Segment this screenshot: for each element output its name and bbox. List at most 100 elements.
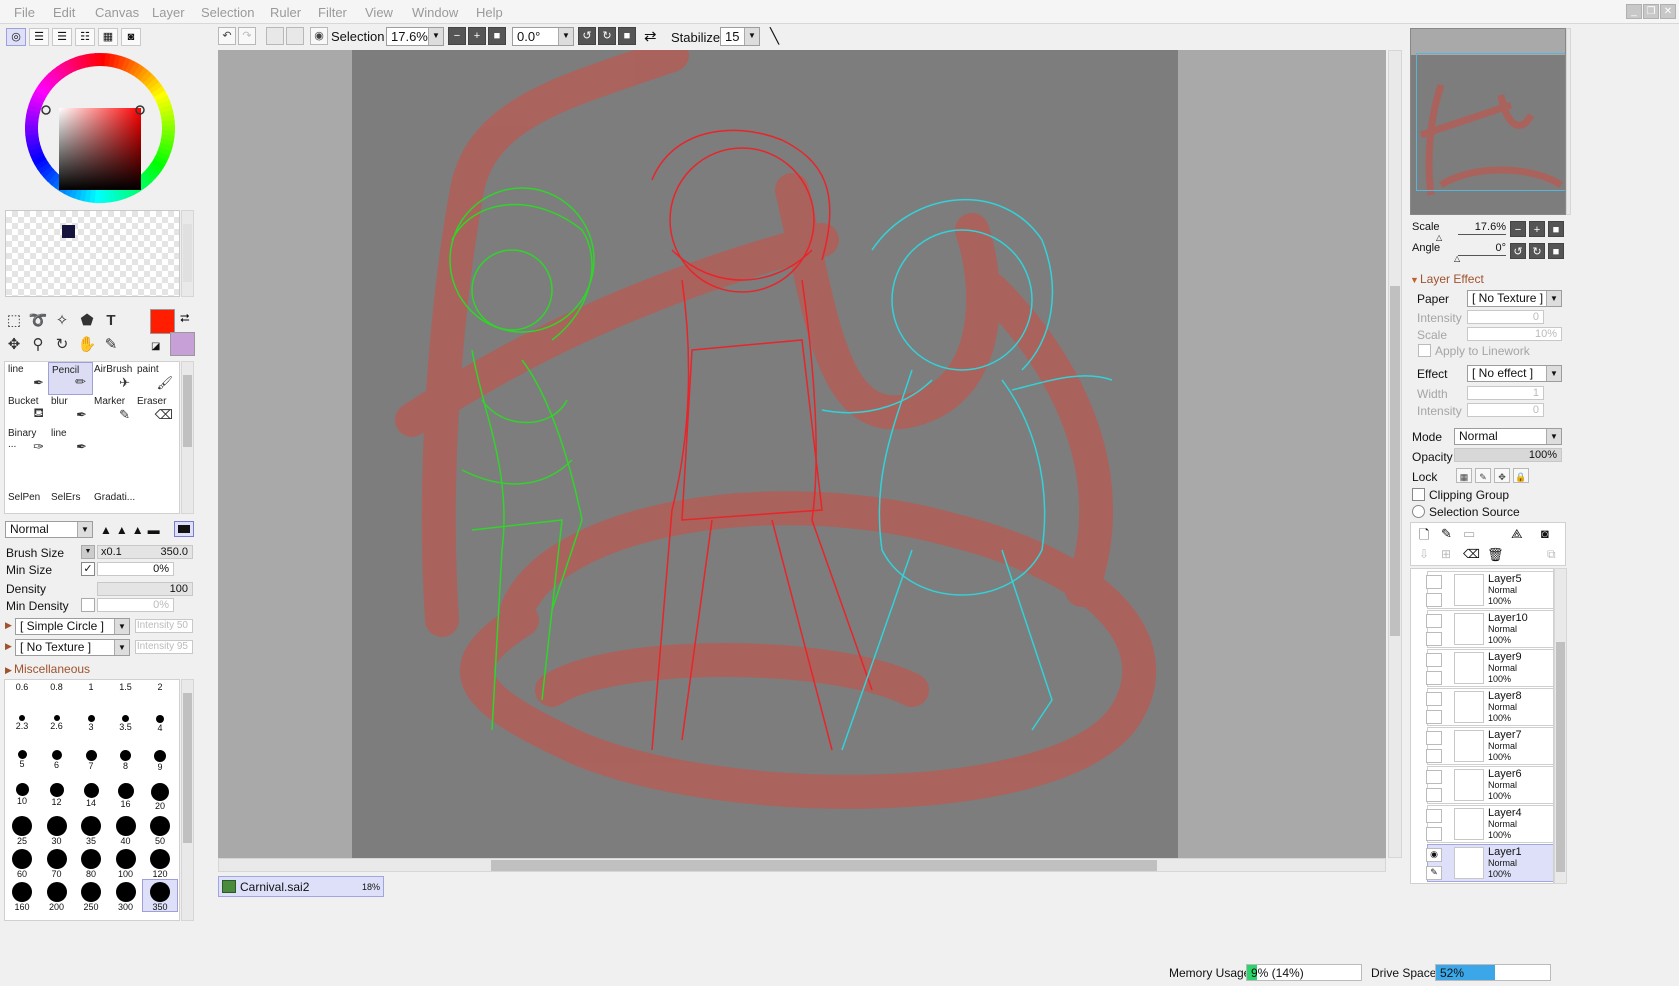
menu-help[interactable]: Help [476,5,503,20]
menu-ruler[interactable]: Ruler [270,5,301,20]
brush-size-14[interactable]: 14 [74,781,108,812]
brush-size-16[interactable]: 16 [109,781,143,812]
layer-edit-toggle[interactable] [1426,593,1442,607]
new-linework-layer-icon[interactable]: ✎ [1441,526,1452,542]
close-button[interactable]: ✕ [1660,4,1676,19]
layer-mask-icon[interactable]: ◙ [1541,526,1549,541]
menu-view[interactable]: View [365,5,393,20]
layer-row-layer5[interactable]: Layer5 Normal 100% [1426,571,1553,609]
drawing-canvas[interactable] [352,50,1178,858]
brush-tip-square[interactable] [174,521,194,537]
brush-size-50[interactable]: 50 [143,814,177,846]
foreground-color[interactable] [150,309,175,334]
brush-blend-mode-select[interactable]: Normal ▼ [5,521,93,538]
nav-angle-slider[interactable]: 0° [1458,242,1506,256]
rect-select-tool-icon[interactable]: ⬚ [2,309,26,333]
brush-slot-bottom-0[interactable]: SelPen [5,490,50,514]
nav-scale-slider[interactable]: 17.6% [1458,221,1506,235]
line-mode-icon[interactable]: ╲ [770,27,779,45]
navigator-scrollbar[interactable] [1566,28,1571,215]
brush-size-40[interactable]: 40 [109,814,143,846]
brush-shape-select[interactable]: [ Simple Circle ] ▼ [15,618,130,635]
eyedropper-tool-icon[interactable]: ✎ [99,333,123,357]
layer-visibility-toggle[interactable] [1426,692,1442,706]
hand-tool-icon[interactable]: ✋ [75,333,99,357]
brush-grid-scrollbar[interactable] [181,361,194,514]
brush-slot-bottom-1[interactable]: SelErs [48,490,93,514]
swap-colors-icon[interactable]: ⮂ [180,311,190,326]
brush-size-80[interactable]: 80 [74,847,108,879]
effect-select[interactable]: [ No effect ] ▼ [1467,365,1562,382]
brush-size-2.3[interactable]: 2.3 [5,715,39,746]
layer-row-layer1[interactable]: ◉ ✎ Layer1 Normal 100% [1426,844,1553,882]
flip-horizontal-icon[interactable]: ⇄ [644,27,657,45]
rotation-select[interactable]: 0.0° ▼ [512,27,574,46]
layer-edit-toggle[interactable] [1426,749,1442,763]
magic-wand-tool-icon[interactable]: ✧ [50,309,74,333]
palette-list-icon[interactable]: ☷ [75,28,95,46]
layer-visibility-toggle[interactable] [1426,575,1442,589]
brush-size-multiplier-dropdown[interactable]: ▼ [81,545,95,559]
nav-rotate-left-icon[interactable]: ↺ [1510,243,1526,259]
menu-layer[interactable]: Layer [152,5,185,20]
brush-size-1.5[interactable]: 1.5 [109,682,143,713]
transfer-down-icon[interactable]: ⇩ [1419,547,1429,561]
layer-visibility-toggle[interactable] [1426,614,1442,628]
color-wheel-mode-icon[interactable]: ◎ [6,28,26,46]
size-grid-scrollbar[interactable] [181,679,194,921]
layer-row-layer8[interactable]: Layer8 Normal 100% [1426,688,1553,726]
brush-size-8[interactable]: 8 [109,748,143,779]
rotation-reset-icon[interactable]: ■ [618,27,636,45]
layer-visibility-toggle[interactable] [1426,809,1442,823]
expand-shape-icon[interactable]: ▶ [5,620,12,631]
layer-edit-toggle[interactable] [1426,632,1442,646]
brush-slot-2[interactable]: AirBrush ✈ [91,362,136,395]
layer-row-layer9[interactable]: Layer9 Normal 100% [1426,649,1553,687]
invert-selection-icon[interactable] [286,27,304,45]
new-folder-icon[interactable]: ▭ [1463,526,1475,542]
miscellaneous-section[interactable]: Miscellaneous [14,662,90,676]
brush-size-25[interactable]: 25 [5,814,39,846]
brush-size-250[interactable]: 250 [74,880,108,912]
layer-edit-toggle[interactable]: ✎ [1426,866,1442,880]
hsv-slider-icon[interactable]: ☰ [52,28,72,46]
brush-slot-8[interactable]: Binary ... ✑ [5,426,50,459]
redo-icon[interactable]: ↷ [238,27,256,45]
brush-size-60[interactable]: 60 [5,847,39,879]
brush-size-7[interactable]: 7 [74,748,108,779]
layer-properties-icon[interactable]: ⧉ [1547,547,1556,562]
layer-mode-select[interactable]: Normal ▼ [1454,428,1562,445]
brush-tip-shapes[interactable]: ▲▲▲▬ [100,523,164,537]
layer-row-layer7[interactable]: Layer7 Normal 100% [1426,727,1553,765]
brush-slot-1[interactable]: Pencil ✏ [48,362,93,395]
brush-size-9[interactable]: 9 [143,748,177,779]
expand-misc-icon[interactable]: ▶ [5,665,12,676]
brush-slot-0[interactable]: line ✒ [5,362,50,395]
brush-size-70[interactable]: 70 [40,847,74,879]
paper-texture-select[interactable]: [ No Texture ] ▼ [1467,290,1562,307]
swatch-grid-icon[interactable]: ▦ [98,28,118,46]
zoom-out-icon[interactable]: − [448,27,466,45]
brush-size-0.8[interactable]: 0.8 [40,682,74,713]
layer-edit-toggle[interactable] [1426,671,1442,685]
brush-size-160[interactable]: 160 [5,880,39,912]
canvas-viewport[interactable] [218,50,1386,858]
zoom-reset-icon[interactable]: ■ [488,27,506,45]
background-color[interactable] [170,332,195,356]
lock-transparency-icon[interactable]: ▦ [1456,468,1472,483]
menu-canvas[interactable]: Canvas [95,5,139,20]
selected-swatch[interactable] [62,225,75,238]
document-tab[interactable]: Carnival.sai2 18% [218,876,384,897]
menu-window[interactable]: Window [412,5,458,20]
paper-intensity-slider[interactable]: 0 [1467,310,1544,324]
lasso-tool-icon[interactable]: ➰ [26,309,50,333]
clipping-group-checkbox[interactable] [1412,488,1425,501]
color-wheel[interactable] [22,50,178,206]
lock-paint-icon[interactable]: ✎ [1475,468,1491,483]
menu-file[interactable]: File [14,5,35,20]
nav-zoom-out-icon[interactable]: − [1510,221,1526,237]
canvas-artwork[interactable] [352,50,1178,858]
new-layer-icon[interactable]: 🗋 [1419,526,1429,548]
navigator-preview[interactable] [1410,28,1566,215]
texture-intensity-slider[interactable]: Intensity 95 [135,640,193,654]
